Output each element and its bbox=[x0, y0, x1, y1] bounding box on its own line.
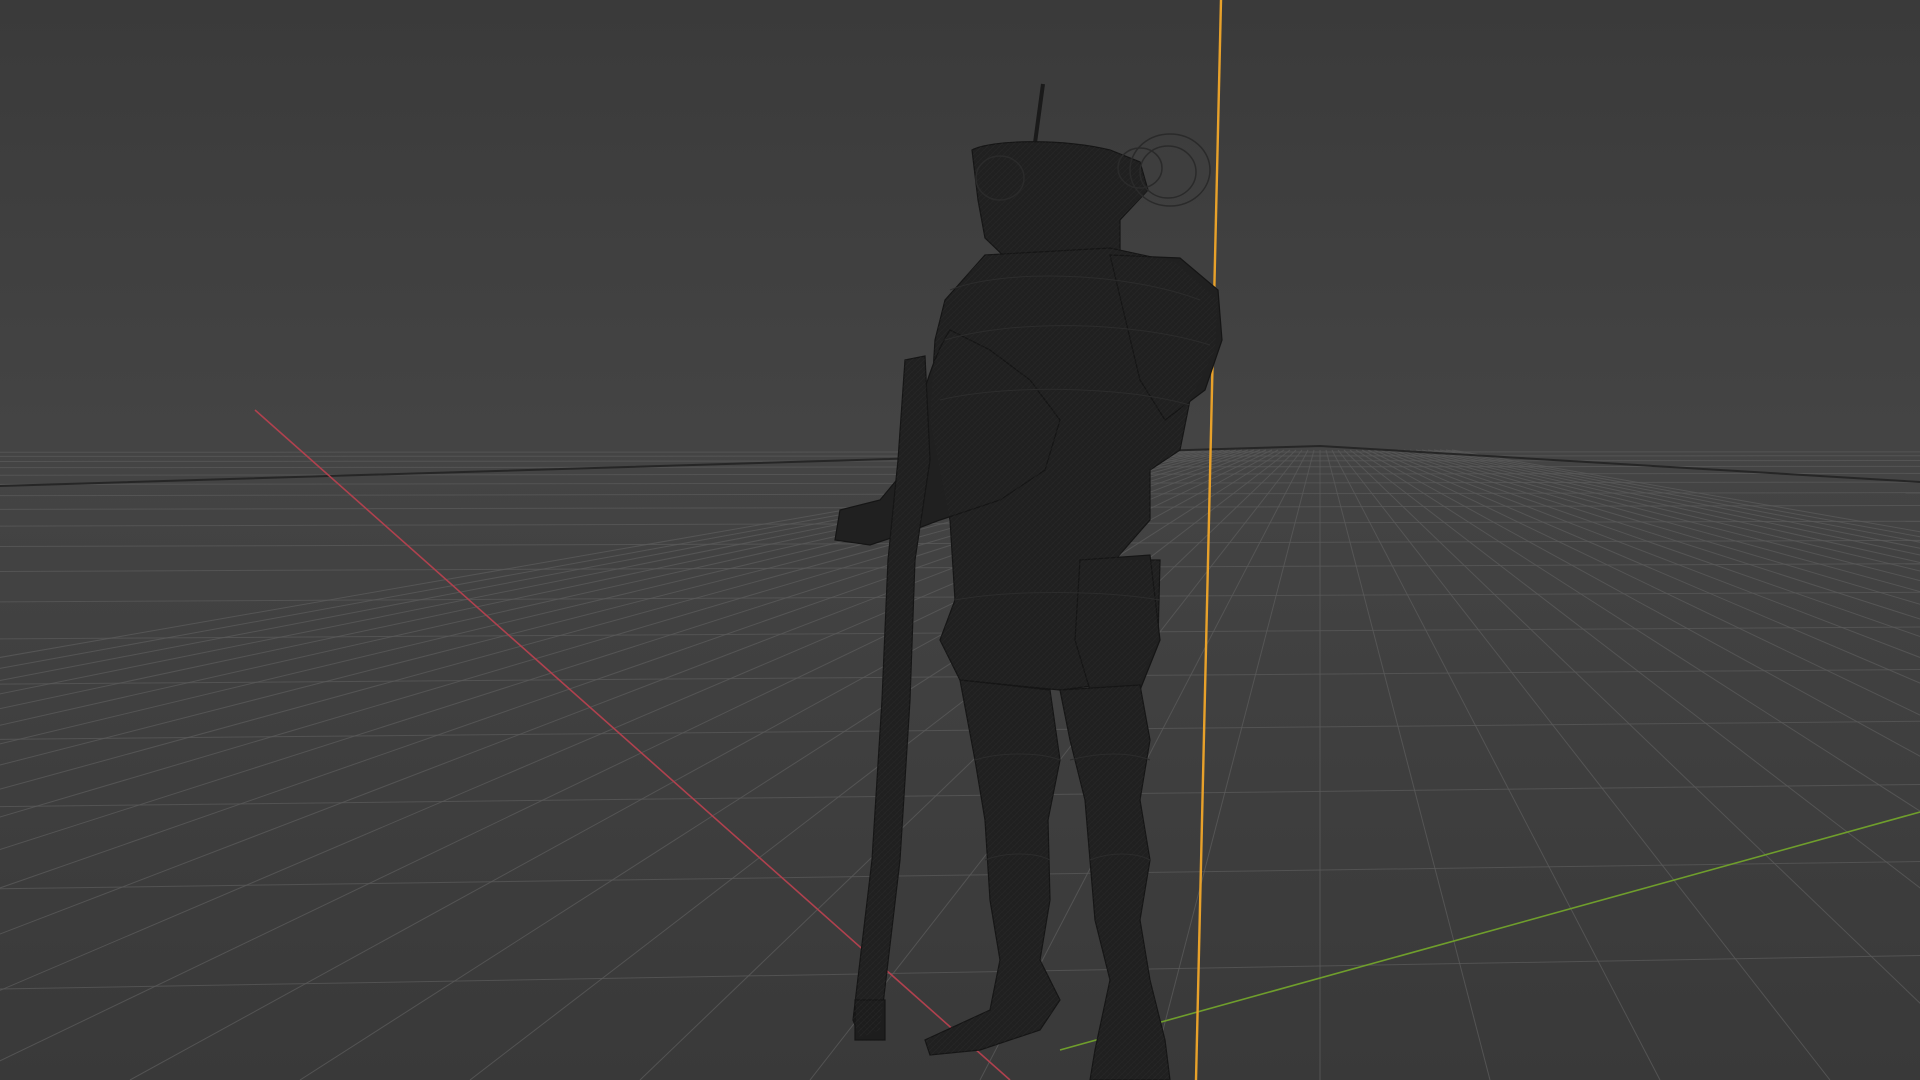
3d-viewport[interactable] bbox=[0, 0, 1920, 1080]
viewport-canvas[interactable] bbox=[0, 0, 1920, 1080]
